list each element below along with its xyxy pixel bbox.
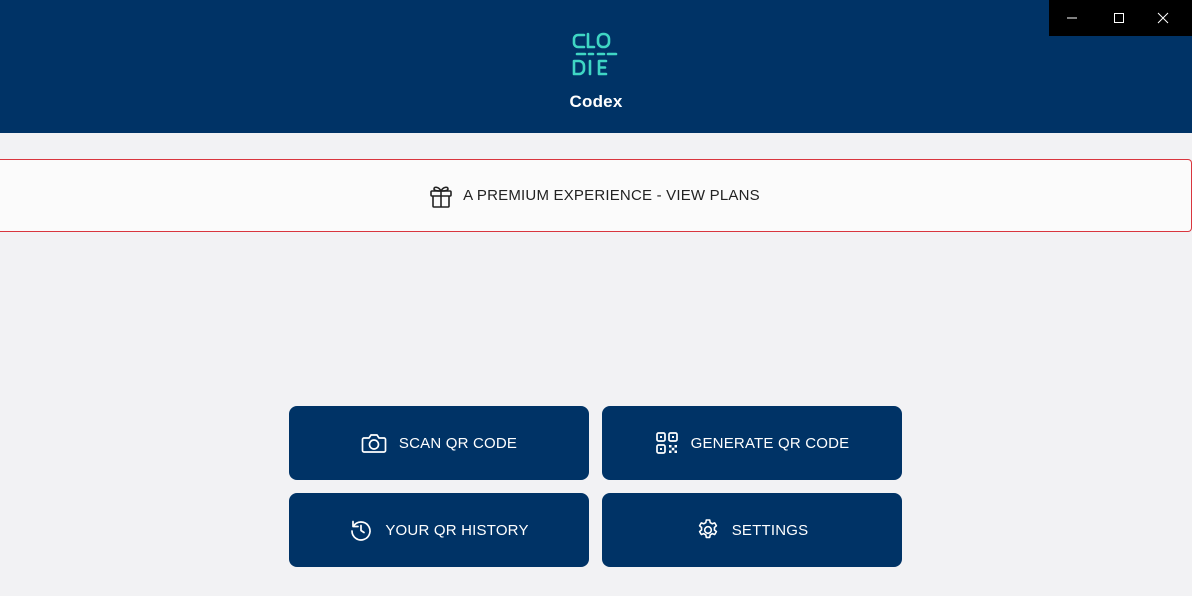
app-logo — [572, 32, 618, 76]
scan-qr-code-label: SCAN QR CODE — [398, 434, 518, 452]
qr-code-icon — [655, 432, 678, 454]
premium-plans-banner[interactable]: A PREMIUM EXPERIENCE - VIEW PLANS — [0, 159, 1192, 232]
qr-history-button[interactable]: YOUR QR HISTORY — [289, 493, 589, 567]
app-header: Codex — [0, 0, 1192, 133]
close-icon — [1157, 12, 1169, 24]
minimize-icon — [1067, 17, 1078, 19]
minimize-button[interactable] — [1049, 0, 1096, 36]
window-controls — [1049, 0, 1192, 36]
settings-button[interactable]: SETTINGS — [602, 493, 902, 567]
history-icon — [351, 520, 372, 541]
qr-history-label: YOUR QR HISTORY — [385, 521, 529, 539]
app-title: Codex — [569, 92, 623, 111]
premium-plans-content: A PREMIUM EXPERIENCE - VIEW PLANS — [429, 183, 760, 209]
camera-icon — [361, 434, 387, 453]
scan-qr-code-button[interactable]: SCAN QR CODE — [289, 406, 589, 480]
maximize-button[interactable] — [1096, 0, 1143, 36]
generate-qr-code-button[interactable]: GENERATE QR CODE — [602, 406, 902, 480]
premium-plans-label: A PREMIUM EXPERIENCE - VIEW PLANS — [463, 187, 760, 204]
gear-icon — [698, 519, 717, 539]
close-button[interactable] — [1143, 0, 1192, 36]
settings-label: SETTINGS — [731, 521, 809, 539]
generate-qr-code-label: GENERATE QR CODE — [690, 434, 850, 452]
maximize-icon — [1114, 13, 1125, 23]
gift-icon — [430, 185, 452, 208]
